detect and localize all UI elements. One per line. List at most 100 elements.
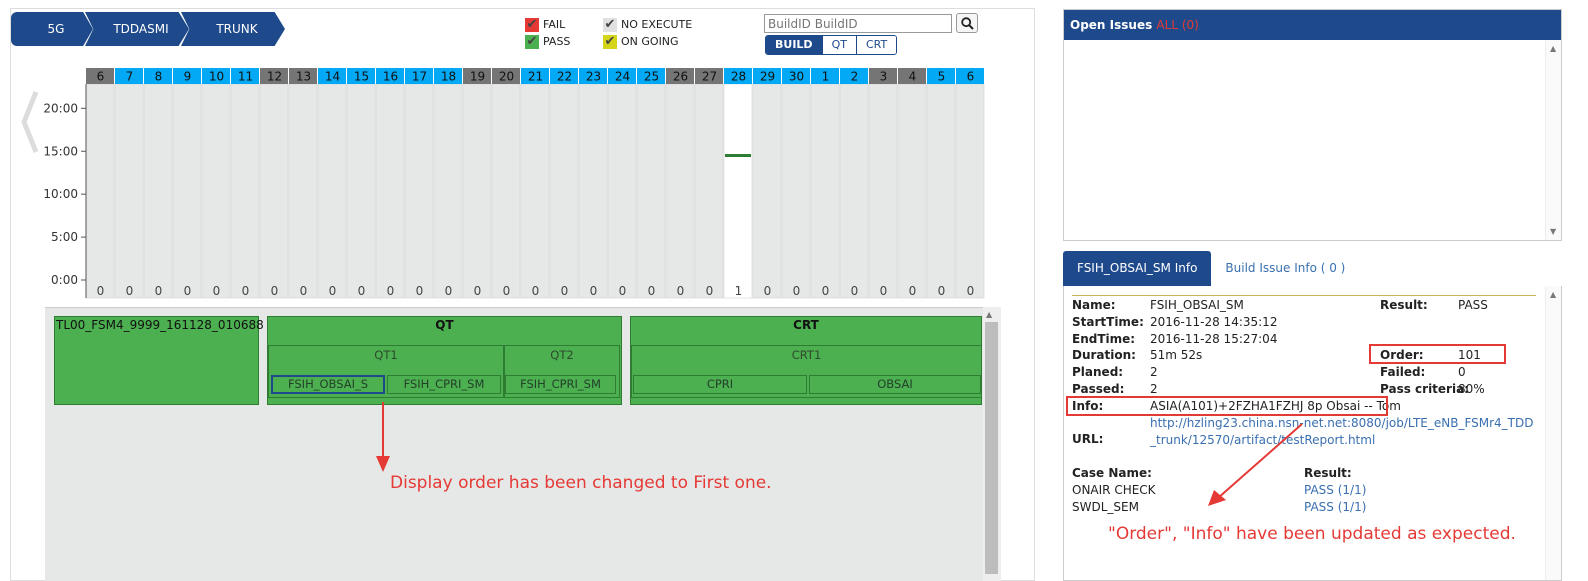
duration-label: Duration: (1072, 348, 1136, 362)
day-column[interactable] (317, 83, 347, 299)
day-column[interactable] (926, 83, 956, 299)
day-column[interactable] (346, 83, 376, 299)
day-label: 18 (441, 70, 456, 84)
day-label: 21 (528, 70, 543, 84)
qt2-title: QT2 (550, 348, 574, 362)
day-column[interactable] (230, 83, 260, 299)
day-label: 19 (470, 70, 485, 84)
day-label: 23 (586, 70, 601, 84)
day-label: 20 (499, 70, 514, 84)
day-label: 6 (97, 70, 105, 84)
day-column[interactable] (752, 83, 782, 299)
issues-scrollbar[interactable]: ▲ ▼ (1545, 40, 1561, 240)
scroll-up-icon[interactable]: ▲ (986, 310, 992, 319)
day-label: 9 (184, 70, 192, 84)
day-column[interactable] (897, 83, 927, 299)
tab-test-info[interactable]: FSIH_OBSAI_SM Info (1063, 251, 1212, 286)
day-column[interactable] (955, 83, 985, 299)
day-label: 4 (909, 70, 917, 84)
open-issues-filter[interactable]: ALL (0) (1156, 18, 1198, 32)
day-column[interactable] (288, 83, 318, 299)
day-column[interactable] (694, 83, 724, 299)
day-count: 0 (329, 284, 337, 298)
day-count: 0 (271, 284, 279, 298)
test-item-fsih-cpri-sm[interactable]: FSIH_CPRI_SM (387, 375, 501, 394)
case-result-link[interactable]: PASS (1/1) (1304, 500, 1366, 514)
test-item-obsai[interactable]: OBSAI (809, 375, 981, 394)
day-count: 0 (793, 284, 801, 298)
day-label: 10 (209, 70, 224, 84)
build-card[interactable]: TL00_FSM4_9999_161128_010688 (54, 316, 264, 405)
scroll-up-icon[interactable]: ▲ (1550, 44, 1556, 53)
annotation-text-left: Display order has been changed to First … (390, 473, 772, 493)
build-timeline-chart: 0:005:0010:0015:0020:006 7 8 9 10 11 12 13 14 15 1… (43, 68, 985, 308)
build-area-scroll-thumb[interactable] (985, 322, 998, 574)
start-time-value: 2016-11-28 14:35:12 (1150, 315, 1278, 329)
day-column[interactable] (259, 83, 289, 299)
day-column[interactable] (520, 83, 550, 299)
day-column[interactable] (868, 83, 898, 299)
day-count: 0 (619, 284, 627, 298)
day-column[interactable] (607, 83, 637, 299)
end-time-label: EndTime: (1072, 332, 1136, 346)
day-count: 0 (242, 284, 250, 298)
day-count: 0 (300, 284, 308, 298)
day-column[interactable] (781, 83, 811, 299)
case-result-header: Result: (1304, 466, 1352, 480)
day-column[interactable] (810, 83, 840, 299)
day-count: 0 (155, 284, 163, 298)
pass-criteria-label: Pass criteria: (1380, 382, 1469, 396)
day-column[interactable] (723, 83, 753, 299)
scroll-down-icon[interactable]: ▼ (1550, 227, 1556, 236)
day-column[interactable] (172, 83, 202, 299)
day-column[interactable] (578, 83, 608, 299)
test-item-cpri[interactable]: CPRI (633, 375, 807, 394)
day-label: 14 (325, 70, 340, 84)
day-label: 5 (938, 70, 946, 84)
info-scrollbar[interactable]: ▲ (1545, 286, 1561, 580)
day-label: 15 (354, 70, 369, 84)
day-column[interactable] (491, 83, 521, 299)
tab-build-issue-info[interactable]: Build Issue Info ( 0 ) (1211, 251, 1359, 286)
day-column[interactable] (665, 83, 695, 299)
day-label: 13 (296, 70, 311, 84)
day-label: 24 (615, 70, 630, 84)
day-column[interactable] (549, 83, 579, 299)
highlight-order (1369, 344, 1506, 364)
start-time-label: StartTime: (1072, 315, 1144, 329)
day-column[interactable] (404, 83, 434, 299)
planed-value: 2 (1150, 365, 1158, 379)
day-count: 0 (184, 284, 192, 298)
day-column[interactable] (462, 83, 492, 299)
y-tick-label: 0:00 (51, 273, 78, 287)
test-item-fsih-cpri-sm-2[interactable]: FSIH_CPRI_SM (505, 375, 616, 394)
day-column[interactable] (839, 83, 869, 299)
scroll-up-icon[interactable]: ▲ (1550, 290, 1556, 299)
crt1-title: CRT1 (791, 348, 822, 362)
open-issues-header: Open Issues ALL (0) (1064, 10, 1561, 40)
day-count: 0 (97, 284, 105, 298)
test-item-fsih-obsai-s[interactable]: FSIH_OBSAI_S (271, 375, 385, 394)
day-label: 25 (644, 70, 659, 84)
day-count: 0 (967, 284, 975, 298)
day-column[interactable] (201, 83, 231, 299)
screen: 5G TDDASMI TRUNK ✔ FAIL ✔ PASS ✔ NO EXEC… (0, 0, 1588, 581)
day-column[interactable] (433, 83, 463, 299)
day-label: 16 (383, 70, 398, 84)
result-value: PASS (1458, 298, 1488, 312)
day-label: 30 (789, 70, 804, 84)
day-count: 1 (735, 284, 743, 298)
day-count: 0 (909, 284, 917, 298)
day-column[interactable] (636, 83, 666, 299)
case-result-link[interactable]: PASS (1/1) (1304, 483, 1366, 497)
duration-value: 51m 52s (1150, 348, 1203, 362)
day-column[interactable] (143, 83, 173, 299)
day-column[interactable] (85, 83, 115, 299)
day-column[interactable] (375, 83, 405, 299)
failed-label: Failed: (1380, 365, 1426, 379)
y-tick-label: 20:00 (43, 101, 78, 115)
day-column[interactable] (114, 83, 144, 299)
result-label: Result: (1380, 298, 1428, 312)
y-tick-label: 15:00 (43, 144, 78, 158)
url-label: URL: (1072, 432, 1104, 446)
